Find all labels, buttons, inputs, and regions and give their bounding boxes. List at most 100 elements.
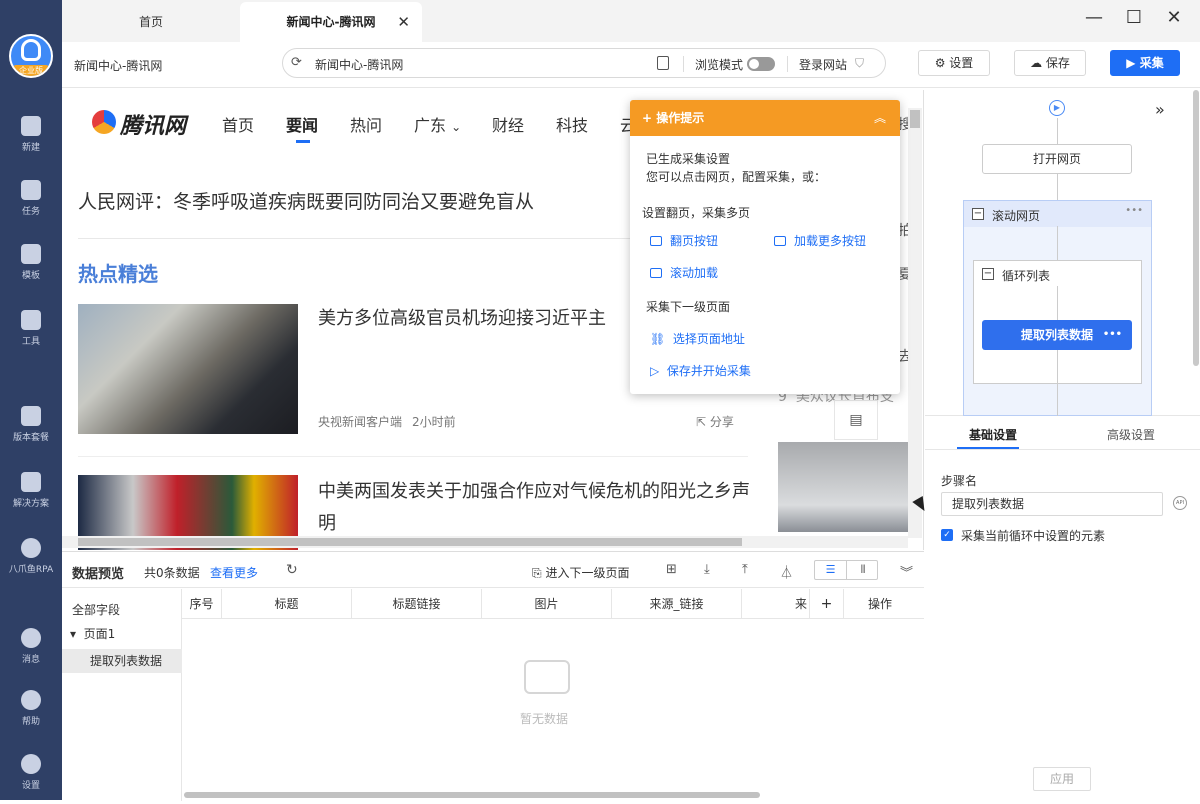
sidebar-item-help[interactable]: 帮助 — [0, 690, 62, 740]
settings-button[interactable]: ⚙ 设置 — [918, 50, 990, 76]
filter-icon[interactable]: ⏃ — [780, 562, 793, 581]
site-nav-home[interactable]: 首页 — [222, 112, 254, 136]
collapse-icon[interactable]: − — [972, 208, 984, 220]
browse-mode-toggle[interactable] — [747, 57, 775, 71]
more-options-icon[interactable]: ••• — [1125, 205, 1143, 216]
sidebar-item-messages[interactable]: 消息 — [0, 628, 62, 678]
collapse-icon[interactable]: ︾ — [900, 562, 913, 581]
tips-header[interactable]: + 操作提示 ︽ — [630, 100, 900, 136]
collect-elements-checkbox[interactable]: ✓ — [941, 529, 953, 541]
horizontal-scrollbar[interactable] — [62, 536, 908, 548]
url-bar[interactable]: ⟳ 新闻中心-腾讯网 浏览模式 登录网站 ⛉ — [282, 48, 886, 78]
document-icon[interactable] — [657, 56, 669, 70]
sidebar-item-tasks[interactable]: 任务 — [0, 180, 62, 230]
load-more-link[interactable]: 加载更多按钮 — [774, 232, 866, 249]
col-index[interactable]: 序号 — [182, 589, 222, 619]
tab-advanced-settings[interactable]: 高级设置 — [1107, 426, 1155, 443]
tab-basic-settings[interactable]: 基础设置 — [969, 426, 1017, 443]
sidebar-item-settings[interactable]: 设置 — [0, 754, 62, 804]
next-level-button[interactable]: ⎘ 进入下一级页面 — [532, 564, 629, 581]
all-fields-item[interactable]: 全部字段 — [72, 601, 120, 618]
col-image[interactable]: 图片 — [482, 589, 612, 619]
news-photo[interactable] — [78, 304, 298, 434]
tab-home[interactable]: 首页 — [62, 2, 240, 42]
account-avatar[interactable]: 企业版 — [9, 34, 53, 78]
field-tree: 全部字段 ▾ 页面1 提取列表数据 — [62, 589, 182, 801]
view-toggle[interactable]: ☰ ⫴ — [814, 560, 878, 580]
save-button[interactable]: ☁ 保存 — [1014, 50, 1086, 76]
page-button-link[interactable]: 翻页按钮 — [650, 232, 718, 249]
connector — [1057, 350, 1058, 384]
chat-icon[interactable]: ▤ — [834, 400, 878, 440]
news-title[interactable]: 中美两国发表关于加强合作应对气候危机的阳光之乡声明 — [318, 476, 758, 540]
page-button-icon — [650, 236, 662, 246]
connector — [1057, 384, 1058, 416]
maximize-button[interactable]: ☐ — [1114, 0, 1154, 36]
site-nav-finance[interactable]: 财经 — [492, 112, 524, 136]
close-tab-icon[interactable]: ✕ — [397, 2, 410, 42]
sidebar-item-templates[interactable]: 模板 — [0, 244, 62, 294]
step-name-input[interactable]: 提取列表数据 — [941, 492, 1163, 516]
address-row: 新闻中心-腾讯网 ⟳ 新闻中心-腾讯网 浏览模式 登录网站 ⛉ ⚙ 设置 ☁ 保… — [62, 42, 1200, 88]
col-source-link[interactable]: 来源_链接 — [612, 589, 742, 619]
refresh-icon[interactable]: ⟳ — [291, 55, 302, 70]
close-window-button[interactable]: ✕ — [1154, 0, 1194, 36]
select-url-link[interactable]: ⛓ 选择页面地址 — [650, 330, 745, 347]
avatar-icon — [21, 39, 41, 61]
minimize-button[interactable]: — — [1074, 0, 1114, 36]
refresh-icon[interactable]: ↻ — [286, 562, 298, 578]
api-icon[interactable]: API — [1173, 496, 1187, 510]
headline-link[interactable]: 人民网评：冬季呼吸道疾病既要同防同治又要避免盲从 — [78, 187, 534, 214]
col-title-link[interactable]: 标题链接 — [352, 589, 482, 619]
scroll-thumb[interactable] — [78, 538, 742, 546]
vertical-scrollbar[interactable] — [908, 108, 922, 538]
apply-button[interactable]: 应用 — [1033, 767, 1091, 791]
view-more-link[interactable]: 查看更多 — [210, 564, 258, 581]
add-column-icon[interactable]: ⊞ — [666, 562, 677, 577]
news-title[interactable]: 美方多位高级官员机场迎接习近平主 — [318, 303, 606, 335]
sidebar-item-plans[interactable]: 版本套餐 — [0, 406, 62, 456]
column-view-icon[interactable]: ⫴ — [847, 561, 879, 579]
open-page-node[interactable]: 打开网页 — [982, 144, 1132, 174]
add-column-button[interactable]: + — [810, 589, 844, 619]
scroll-page-header[interactable]: − 滚动网页 ••• — [964, 201, 1151, 227]
list-view-icon[interactable]: ☰ — [815, 561, 847, 579]
side-photo[interactable] — [778, 442, 908, 532]
site-nav-tech[interactable]: 科技 — [556, 112, 588, 136]
share-button[interactable]: ⇱ 分享 — [696, 413, 734, 430]
cloud-icon: ☁ — [1030, 56, 1043, 70]
expand-panel-icon[interactable]: » — [1155, 100, 1165, 119]
site-nav-news[interactable]: 要闻 — [286, 112, 318, 143]
page1-item[interactable]: ▾ 页面1 — [70, 625, 115, 642]
collapse-icon[interactable]: ︽ — [874, 100, 886, 136]
horizontal-scrollbar[interactable] — [184, 792, 760, 798]
site-nav-guangdong[interactable]: 广东 ⌄ — [414, 112, 461, 136]
checklist-icon — [21, 180, 41, 200]
scroll-thumb[interactable] — [910, 110, 920, 128]
upload-icon[interactable]: ⤒ — [742, 562, 748, 577]
login-site-link[interactable]: 登录网站 — [799, 56, 847, 73]
save-start-link[interactable]: ▷ 保存并开始采集 — [650, 362, 751, 379]
sidebar-item-tools[interactable]: 工具 — [0, 310, 62, 360]
table-header: 序号 标题 标题链接 图片 来源_链接 来 + 操作 — [182, 589, 924, 619]
collapse-icon[interactable]: − — [982, 268, 994, 280]
start-play-icon[interactable]: ▶ — [1049, 100, 1065, 116]
download-icon[interactable]: ⤓ — [704, 562, 710, 577]
collect-button[interactable]: ▶ 采集 — [1110, 50, 1180, 76]
col-title[interactable]: 标题 — [222, 589, 352, 619]
extract-list-item[interactable]: 提取列表数据 — [62, 649, 182, 673]
divider — [787, 56, 788, 72]
vertical-scrollbar[interactable] — [1193, 90, 1199, 366]
tab-news-center[interactable]: 新闻中心-腾讯网 ✕ — [240, 2, 422, 42]
site-nav-hot[interactable]: 热问 — [350, 112, 382, 136]
extract-list-node[interactable]: 提取列表数据 ••• — [982, 320, 1132, 350]
more-options-icon[interactable]: ••• — [1103, 320, 1122, 350]
col-source[interactable]: 来 — [742, 589, 810, 619]
operation-tips-panel: + 操作提示 ︽ 已生成采集设置 您可以点击网页，配置采集，或： 设置翻页，采集… — [630, 100, 900, 394]
sidebar-item-solutions[interactable]: 解决方案 — [0, 472, 62, 522]
sidebar-item-rpa[interactable]: 八爪鱼RPA — [0, 538, 62, 588]
site-logo[interactable]: 腾讯网 — [120, 108, 186, 140]
url-text[interactable]: 新闻中心-腾讯网 — [315, 56, 403, 73]
scroll-load-link[interactable]: 滚动加载 — [650, 264, 718, 281]
sidebar-item-new[interactable]: 新建 — [0, 116, 62, 166]
